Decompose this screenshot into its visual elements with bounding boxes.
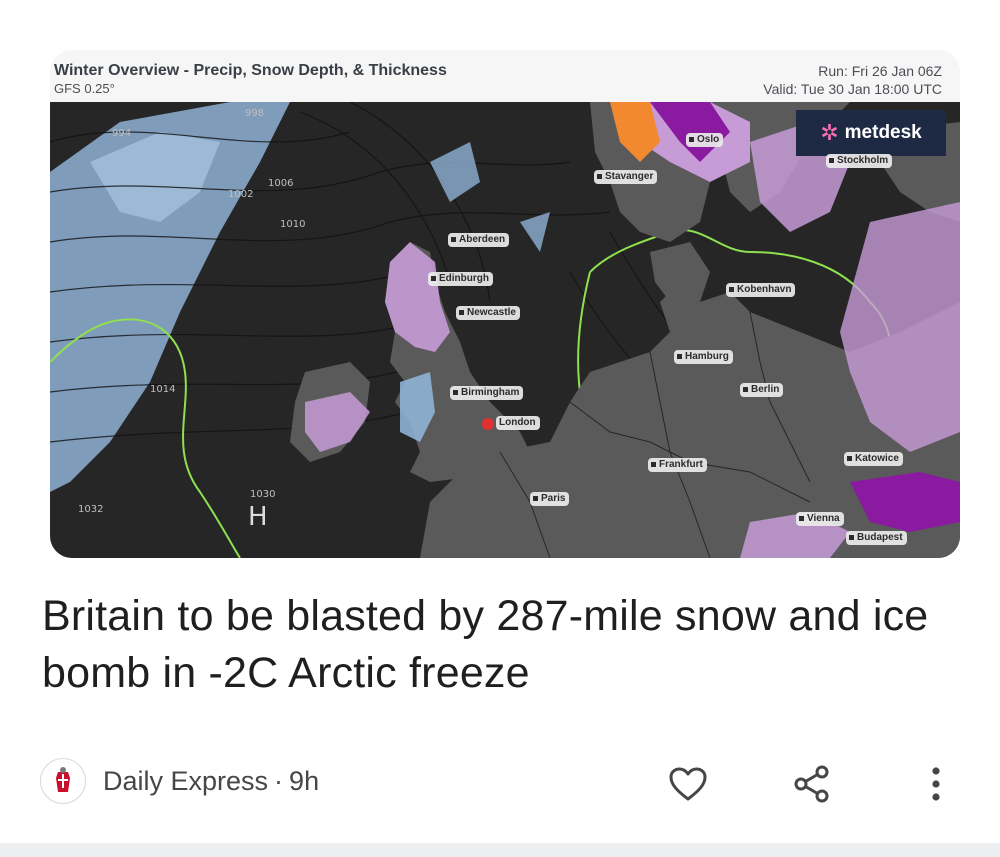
isobar-label: 1014 <box>150 384 175 395</box>
city-label-kobenhavn: Kobenhavn <box>726 283 796 297</box>
heart-icon <box>669 767 707 801</box>
news-card[interactable]: Winter Overview - Precip, Snow Depth, & … <box>0 0 1000 843</box>
city-label-birmingham: Birmingham <box>450 386 524 400</box>
map-run-time: Run: Fri 26 Jan 06Z <box>818 63 942 79</box>
city-label-london: London <box>496 416 540 430</box>
isobar-label: 1030 <box>250 489 275 500</box>
more-options-button[interactable] <box>914 762 958 806</box>
city-label-hamburg: Hamburg <box>674 350 733 364</box>
map-header: Winter Overview - Precip, Snow Depth, & … <box>50 50 960 102</box>
more-vert-icon <box>932 767 940 801</box>
city-label-aberdeen: Aberdeen <box>448 233 510 247</box>
article-source-row: Daily Express · 9h <box>40 758 319 804</box>
share-button[interactable] <box>790 762 834 806</box>
city-label-paris: Paris <box>530 492 570 506</box>
card-divider <box>0 843 1000 857</box>
share-icon <box>794 765 829 803</box>
crusader-icon <box>47 765 79 797</box>
map-title: Winter Overview - Precip, Snow Depth, & … <box>54 62 447 79</box>
city-label-frankfurt: Frankfurt <box>648 458 707 472</box>
isobar-label: 1010 <box>280 219 305 230</box>
london-marker <box>482 418 494 430</box>
isobar-label: 998 <box>245 108 264 119</box>
like-button[interactable] <box>666 762 710 806</box>
city-label-edinburgh: Edinburgh <box>428 272 493 286</box>
high-pressure-marker: H <box>248 502 268 532</box>
city-label-vienna: Vienna <box>796 512 844 526</box>
city-label-oslo: Oslo <box>686 133 724 147</box>
metdesk-star-icon: ✲ <box>820 120 839 145</box>
city-label-katowice: Katowice <box>844 452 903 466</box>
article-thumbnail-map[interactable]: Winter Overview - Precip, Snow Depth, & … <box>50 50 960 558</box>
isobar-label: 994 <box>112 128 131 139</box>
map-model-label: GFS 0.25° <box>54 81 115 96</box>
isobar-label: 1006 <box>268 178 293 189</box>
metdesk-logo: ✲ metdesk <box>796 110 946 156</box>
source-name: Daily Express <box>103 765 269 796</box>
meta-separator: · <box>274 765 284 796</box>
article-headline[interactable]: Britain to be blasted by 287-mile snow a… <box>42 588 962 702</box>
brand-name: metdesk <box>844 122 922 143</box>
city-label-newcastle: Newcastle <box>456 306 520 320</box>
city-label-berlin: Berlin <box>740 383 784 397</box>
city-label-budapest: Budapest <box>846 531 907 545</box>
city-label-stavanger: Stavanger <box>594 170 658 184</box>
map-valid-time: Valid: Tue 30 Jan 18:00 UTC <box>763 81 942 97</box>
isobar-label: 1032 <box>78 504 103 515</box>
city-label-stockholm: Stockholm <box>826 154 893 168</box>
article-age: 9h <box>289 765 320 796</box>
isobar-label: 1002 <box>228 189 253 200</box>
publisher-logo <box>40 758 86 804</box>
weather-map-graphic: 994 998 1002 1006 1010 1014 1030 1032 <box>50 102 960 558</box>
